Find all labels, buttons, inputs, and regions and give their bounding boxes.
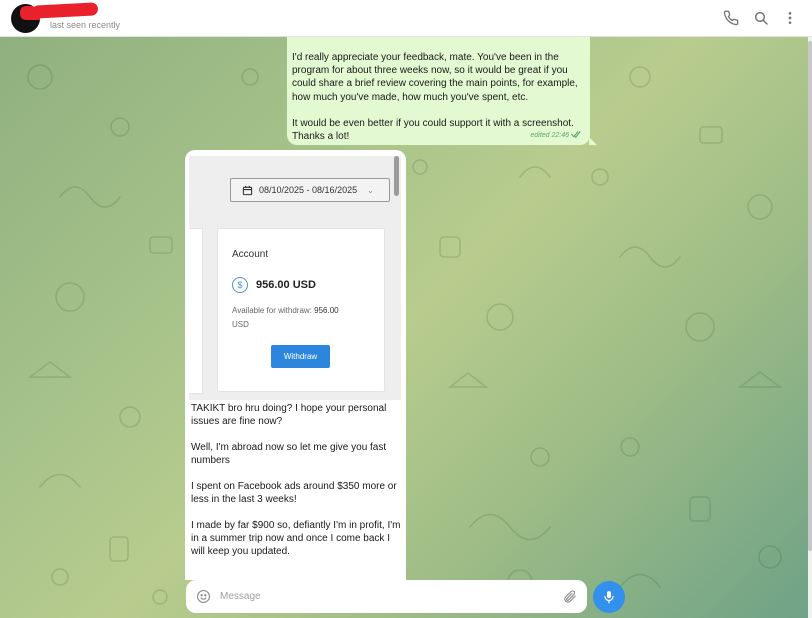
- edited-label: edited: [530, 131, 550, 139]
- attached-screenshot[interactable]: 08/10/2025 - 08/16/2025 ⌄ Account $ 956.…: [189, 156, 401, 400]
- account-card: Account $ 956.00 USD Available for withd…: [217, 228, 385, 392]
- available-value: 956.00: [314, 306, 339, 315]
- search-icon[interactable]: [752, 9, 770, 27]
- withdraw-button: Withdraw: [271, 345, 330, 368]
- date-range-picker: 08/10/2025 - 08/16/2025 ⌄: [230, 178, 390, 202]
- incoming-message[interactable]: 08/10/2025 - 08/16/2025 ⌄ Account $ 956.…: [185, 150, 406, 580]
- message-meta: edited 22:46: [530, 129, 582, 142]
- account-amount: 956.00 USD: [256, 279, 316, 291]
- calendar-icon: [242, 185, 253, 195]
- dollar-icon: $: [232, 277, 248, 293]
- double-check-icon: [571, 131, 581, 139]
- message-paragraph: I spent on Facebook ads around $350 more…: [191, 481, 397, 505]
- microphone-icon: [604, 591, 614, 604]
- message-composer: [186, 580, 587, 613]
- more-vertical-icon[interactable]: [781, 9, 799, 27]
- message-paragraph: I made by far $900 so, defiantly I'm in …: [191, 520, 401, 557]
- available-unit: USD: [232, 320, 249, 329]
- message-time: 22:46: [551, 131, 570, 139]
- incoming-message-text: TAKIKT bro hru doing? I hope your person…: [191, 402, 401, 571]
- chat-scrollbar[interactable]: [808, 37, 812, 618]
- message-paragraph: TAKIKT bro hru doing? I hope your person…: [191, 403, 387, 427]
- chat-background: I'd really appreciate your feedback, mat…: [0, 37, 808, 618]
- contact-name-redacted[interactable]: [31, 2, 99, 19]
- paperclip-icon[interactable]: [562, 589, 577, 604]
- chat-scrollbar-thumb[interactable]: [808, 41, 812, 551]
- date-range-text: 08/10/2025 - 08/16/2025: [259, 185, 358, 195]
- emoji-icon[interactable]: [196, 589, 211, 604]
- message-input[interactable]: [220, 588, 540, 605]
- phone-icon[interactable]: [722, 9, 740, 27]
- message-paragraph: Well, I'm abroad now so let me give you …: [191, 442, 387, 466]
- screenshot-scrollbar: [394, 156, 399, 196]
- microphone-button[interactable]: [593, 581, 625, 613]
- available-label: Available for withdraw:: [232, 306, 312, 315]
- chat-header: last seen recently: [0, 0, 812, 37]
- side-card: [189, 228, 203, 394]
- account-title: Account: [232, 249, 269, 260]
- chevron-down-icon: ⌄: [367, 185, 374, 195]
- last-seen-status: last seen recently: [50, 20, 121, 30]
- outgoing-message[interactable]: I'd really appreciate your feedback, mat…: [287, 37, 597, 145]
- bubble-tail: [589, 137, 597, 145]
- available-for-withdraw: Available for withdraw: 956.00 USD: [232, 304, 372, 332]
